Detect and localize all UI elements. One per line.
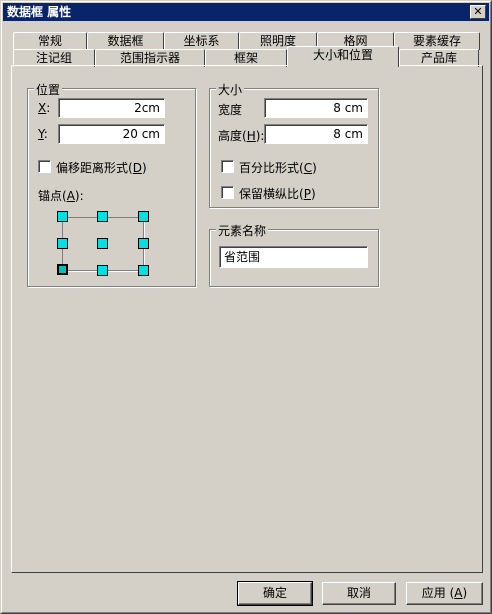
dialog-title: 数据框 属性: [7, 5, 72, 19]
percentage-checkbox[interactable]: [221, 160, 234, 173]
x-label-key: X: [38, 101, 47, 115]
tab-general[interactable]: 常规: [13, 32, 87, 50]
y-label-suffix: :: [43, 127, 48, 141]
apply-key: A: [454, 586, 463, 600]
apply-close: ): [462, 586, 468, 600]
cancel-button[interactable]: 取消: [322, 582, 396, 605]
anchor-label: 锚点(A):: [38, 187, 84, 204]
tab-coordinate-system[interactable]: 坐标系: [164, 32, 239, 50]
size-group-title: 大小: [216, 81, 245, 98]
ok-button[interactable]: 确定: [237, 581, 313, 606]
anchor-key: A: [66, 189, 75, 203]
y-label: Y:: [38, 127, 48, 141]
keep-aspect-ratio-text: 保留横纵比(: [239, 187, 304, 201]
close-icon[interactable]: ✕: [470, 5, 486, 19]
keep-aspect-ratio-key: P: [303, 187, 311, 201]
anchor-top-center[interactable]: [97, 211, 108, 222]
width-input[interactable]: 8 cm: [264, 98, 368, 118]
apply-text: 应用 (: [421, 586, 455, 600]
tab-size-and-position[interactable]: 大小和位置: [287, 46, 399, 67]
percentage-text: 百分比形式(: [239, 161, 304, 175]
height-input[interactable]: 8 cm: [264, 124, 368, 144]
anchor-middle-right[interactable]: [138, 238, 149, 249]
offset-distance-text: 偏移距离形式(: [56, 161, 133, 175]
y-input[interactable]: 20 cm: [58, 124, 165, 144]
offset-distance-close: ): [141, 161, 147, 175]
element-name-input[interactable]: 省范围: [219, 246, 368, 268]
x-label: X:: [38, 101, 50, 115]
anchor-bottom-right[interactable]: [138, 265, 149, 276]
anchor-bottom-left[interactable]: [57, 264, 68, 275]
tab-data-frame[interactable]: 数据框: [87, 32, 164, 50]
width-label: 宽度: [218, 103, 243, 117]
anchor-top-left[interactable]: [57, 211, 68, 222]
offset-distance-checkbox[interactable]: [38, 160, 51, 173]
height-label: 高度(H):: [218, 127, 264, 144]
anchor-center[interactable]: [97, 238, 108, 249]
tab-feature-cache[interactable]: 要素缓存: [394, 32, 480, 50]
anchor-top-right[interactable]: [138, 211, 149, 222]
anchor-close: ):: [74, 189, 84, 203]
title-bar[interactable]: 数据框 属性 ✕: [3, 3, 489, 21]
position-group-title: 位置: [34, 81, 63, 98]
height-key: H: [246, 129, 256, 143]
apply-button[interactable]: 应用 (A): [406, 582, 483, 605]
offset-distance-label: 偏移距离形式(D): [56, 159, 147, 176]
height-text: 高度(: [218, 129, 247, 143]
x-label-suffix: :: [46, 101, 51, 115]
keep-aspect-ratio-checkbox[interactable]: [221, 186, 234, 199]
keep-aspect-ratio-label: 保留横纵比(P): [239, 185, 316, 202]
percentage-close: ): [312, 161, 317, 175]
offset-distance-key: D: [132, 161, 142, 175]
properties-dialog: 数据框 属性 ✕ 常规 数据框 坐标系 照明度 格网 要素缓存 注记组 范围指示…: [0, 0, 492, 614]
element-name-group-title: 元素名称: [216, 222, 269, 239]
percentage-key: C: [303, 161, 313, 175]
anchor-text: 锚点(: [38, 189, 67, 203]
anchor-middle-left[interactable]: [57, 238, 68, 249]
percentage-label: 百分比形式(C): [239, 159, 317, 176]
x-input[interactable]: 2cm: [58, 98, 165, 118]
keep-aspect-ratio-close: ): [310, 187, 316, 201]
anchor-bottom-center[interactable]: [97, 265, 108, 276]
